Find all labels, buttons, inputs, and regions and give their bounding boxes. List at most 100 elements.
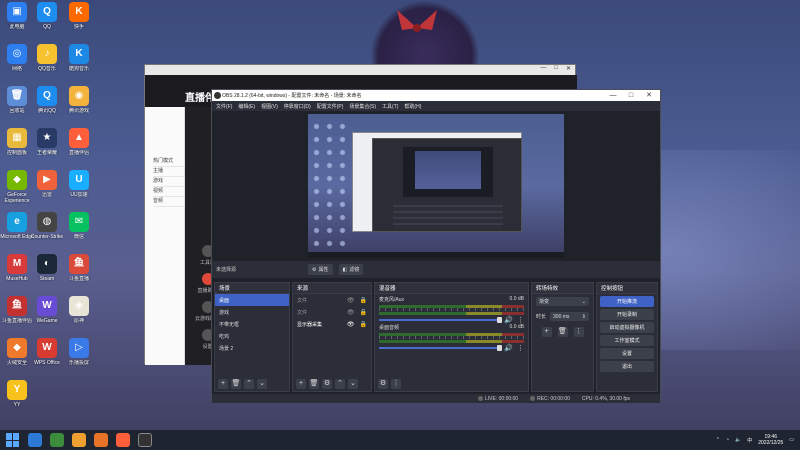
maximize-icon[interactable]: □ — [622, 90, 640, 101]
desktop-icon[interactable]: ♪ QQ音乐 — [30, 44, 64, 84]
desktop-icon[interactable]: K 快手 — [62, 2, 96, 42]
control-button[interactable]: 开始录制 — [600, 309, 654, 320]
channel-menu-icon[interactable]: ⋮ — [517, 344, 524, 352]
desktop-icon[interactable]: ◐ Steam — [30, 254, 64, 294]
desktop-icon[interactable]: W WeGame — [30, 296, 64, 336]
control-button[interactable]: 工作室模式 — [600, 335, 654, 346]
properties-button[interactable]: ⚙ 属性 — [308, 264, 333, 275]
remove-source-button[interactable]: 🗑 — [309, 379, 319, 389]
filters-button[interactable]: ◧ 滤镜 — [338, 264, 364, 275]
transition-select[interactable]: 渐变 ⌄ — [536, 297, 589, 306]
taskbar-app-icon[interactable] — [94, 433, 108, 447]
volume-knob[interactable] — [497, 317, 503, 323]
desktop-icon[interactable]: W WPS Office — [30, 338, 64, 378]
duration-input[interactable]: 300 ms ⇕ — [550, 312, 589, 321]
desktop-icon[interactable]: Q 腾讯QQ — [30, 86, 64, 126]
chevron-up-icon[interactable]: ⌃ — [716, 437, 720, 443]
desktop-icon[interactable]: ▣ 此电脑 — [0, 2, 34, 42]
menu-item[interactable]: 配置文件(P) — [317, 103, 344, 110]
channel-menu-icon[interactable]: ⋮ — [517, 316, 524, 324]
taskbar-wechat-icon[interactable] — [50, 433, 64, 447]
desktop-icon[interactable]: ◎ 网络 — [0, 44, 34, 84]
source-item[interactable]: 文件 👁 🔒 — [293, 294, 371, 306]
preview-canvas[interactable] — [308, 114, 564, 258]
remove-scene-button[interactable]: 🗑 — [231, 379, 241, 389]
minimize-icon[interactable]: — — [540, 65, 546, 75]
menu-item[interactable]: 帮助(H) — [404, 103, 421, 110]
list-item[interactable]: 音频 — [153, 197, 185, 207]
desktop-icon[interactable]: Q QQ — [30, 2, 64, 42]
desktop-icon[interactable]: ▲ 直播伴侣 — [62, 128, 96, 168]
scene-item[interactable]: 桌面 — [215, 294, 289, 306]
source-settings-button[interactable]: ⚙ — [322, 379, 332, 389]
control-button[interactable]: 设置 — [600, 348, 654, 359]
desktop-icon[interactable]: ★ 王者荣耀 — [30, 128, 64, 168]
desktop-icon[interactable]: ◈ 原神 — [62, 296, 96, 336]
eye-icon[interactable]: 👁 — [347, 309, 355, 316]
volume-icon[interactable]: 🔈 — [735, 437, 741, 443]
menu-item[interactable]: 文件(F) — [216, 103, 232, 110]
scene-item[interactable]: 游戏 — [215, 306, 289, 318]
volume-icon[interactable]: 🔊 — [504, 344, 513, 352]
lock-icon[interactable]: 🔒 — [360, 321, 367, 328]
scene-item[interactable]: 吃鸡 — [215, 330, 289, 342]
desktop-icon[interactable]: ▷ 乐播投屏 — [62, 338, 96, 378]
desktop-icon[interactable]: ◉ 腾讯游戏 — [62, 86, 96, 126]
eye-icon[interactable]: 👁 — [347, 297, 355, 304]
taskbar-search-icon[interactable] — [28, 433, 42, 447]
desktop-icon[interactable]: ◍ Counter-Strike — [30, 212, 64, 252]
mixer-menu-button[interactable]: ⋮ — [391, 379, 401, 389]
clock[interactable]: 19:46 2022/12/25 — [758, 434, 783, 446]
list-item[interactable]: 主播 — [153, 167, 185, 177]
lock-icon[interactable]: 🔒 — [360, 309, 367, 316]
taskbar-live-assistant-icon[interactable] — [116, 433, 130, 447]
desktop-icon[interactable]: ▶ 迅雷 — [30, 170, 64, 210]
close-icon[interactable]: ✕ — [640, 90, 658, 101]
menu-item[interactable]: 视图(V) — [261, 103, 278, 110]
maximize-icon[interactable]: □ — [554, 65, 558, 75]
source-item[interactable]: 文件 👁 🔒 — [293, 306, 371, 318]
taskbar-obs-icon[interactable] — [138, 433, 152, 447]
add-scene-button[interactable]: + — [218, 379, 228, 389]
move-up-button[interactable]: ⌃ — [335, 379, 345, 389]
menu-item[interactable]: 停靠窗口(D) — [284, 103, 311, 110]
menu-item[interactable]: 工具(T) — [382, 103, 398, 110]
list-item[interactable]: 视频 — [153, 187, 185, 197]
volume-slider[interactable] — [379, 317, 503, 323]
scene-item[interactable]: 场景 2 — [215, 342, 289, 354]
desktop-icon[interactable]: e Microsoft Edge — [0, 212, 34, 252]
lock-icon[interactable]: 🔒 — [360, 297, 367, 304]
notification-icon[interactable]: ▭ — [789, 437, 794, 443]
desktop-icon[interactable]: K 酷狗音乐 — [62, 44, 96, 84]
advanced-audio-button[interactable]: ⚙ — [378, 379, 388, 389]
remove-transition-button[interactable]: 🗑 — [557, 327, 568, 337]
volume-slider[interactable] — [379, 345, 503, 351]
desktop-icon[interactable]: M MuseHub — [0, 254, 34, 294]
list-item[interactable]: 游戏 — [153, 177, 185, 187]
network-icon[interactable]: ◔ — [726, 437, 729, 443]
eye-icon[interactable]: 👁 — [347, 321, 355, 328]
input-language[interactable]: 中 — [747, 437, 752, 444]
desktop-icon[interactable]: ✉ 微信 — [62, 212, 96, 252]
desktop-icon[interactable]: U UU加速 — [62, 170, 96, 210]
desktop-icon[interactable]: 鱼斗鱼直播 — [62, 254, 96, 294]
desktop-icon[interactable]: ◆ GeForce Experience — [0, 170, 34, 210]
source-item[interactable]: 显示器采集 👁 🔒 — [293, 318, 371, 330]
start-button[interactable] — [6, 433, 20, 447]
control-button[interactable]: 开始推流 — [600, 296, 654, 307]
desktop-icon[interactable]: Y YY — [0, 380, 34, 420]
obs-window[interactable]: OBS 28.1.2 (64-bit, windows) - 配置文件: 未命名… — [211, 89, 661, 403]
desktop-icon[interactable]: 鱼斗鱼直播伴侣 — [0, 296, 34, 336]
volume-knob[interactable] — [497, 345, 503, 351]
obs-preview[interactable] — [212, 111, 660, 261]
desktop-icon[interactable]: 🗑 回收站 — [0, 86, 34, 126]
add-transition-button[interactable]: + — [541, 327, 552, 337]
control-button[interactable]: 启动虚拟摄像机 — [600, 322, 654, 333]
scene-item[interactable]: 不带无框 — [215, 318, 289, 330]
list-item[interactable]: 热门模式 — [153, 157, 185, 167]
close-icon[interactable]: ✕ — [566, 65, 571, 75]
add-source-button[interactable]: + — [296, 379, 306, 389]
move-down-button[interactable]: ⌄ — [257, 379, 267, 389]
menu-item[interactable]: 编辑(E) — [238, 103, 255, 110]
control-button[interactable]: 退出 — [600, 361, 654, 372]
